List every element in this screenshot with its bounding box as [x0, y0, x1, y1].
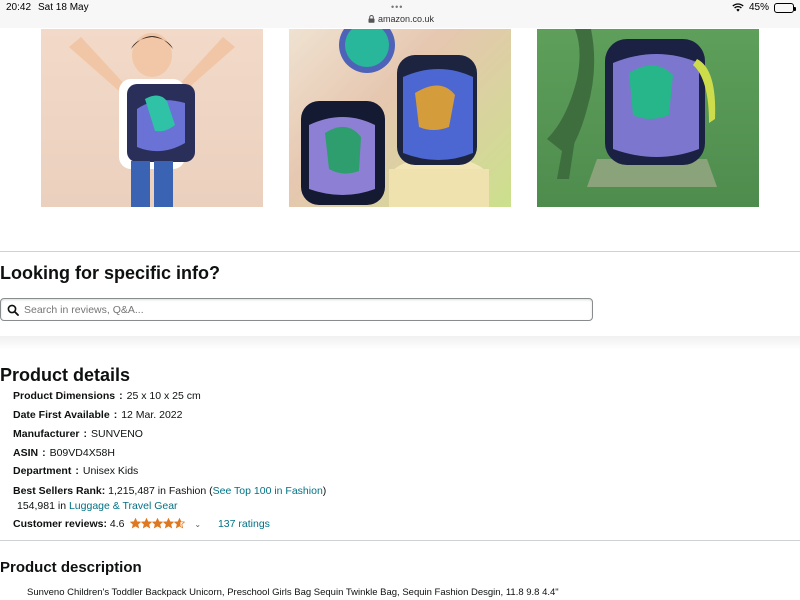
detail-row-department: Department: Unisex Kids [13, 465, 138, 477]
star-icon [141, 518, 153, 529]
status-date: Sat 18 May [38, 2, 89, 13]
search-icon [7, 304, 19, 316]
ratings-count-link[interactable]: 137 ratings [218, 518, 270, 530]
backpack-with-dinosaur-photo [547, 29, 717, 187]
backpacks-on-podium-photo [301, 29, 489, 207]
best-sellers-label: Best Sellers Rank: [13, 485, 106, 497]
detail-label: Manufacturer [13, 428, 80, 440]
detail-value: B09VD4X58H [49, 447, 115, 459]
best-sellers-rank-row: Best Sellers Rank: 1,215,487 in Fashion … [13, 485, 326, 497]
detail-row-dimensions: Product Dimensions:25 x 10 x 25 cm [13, 390, 201, 402]
customer-reviews-row: Customer reviews: 4.6 ⌄ 137 ratings [13, 518, 270, 530]
detail-row-asin: ASIN: B09VD4X58H [13, 447, 115, 459]
product-description-text: Sunveno Children's Toddler Backpack Unic… [27, 587, 559, 598]
info-section-title: Looking for specific info? [0, 263, 220, 283]
detail-separator: : [75, 465, 79, 477]
product-image-2[interactable] [289, 29, 511, 207]
section-divider [0, 540, 800, 541]
best-sellers-rank-row-2: 154,981 in Luggage & Travel Gear [17, 500, 178, 512]
battery-icon [774, 2, 796, 13]
status-right: 45% [732, 2, 796, 13]
detail-separator: : [83, 428, 88, 440]
top-100-fashion-link[interactable]: See Top 100 in Fashion [213, 485, 323, 497]
detail-row-date: Date First Available:12 Mar. 2022 [13, 409, 182, 421]
detail-label: ASIN [13, 447, 39, 459]
detail-value: Unisex Kids [82, 465, 139, 477]
detail-value: 12 Mar. 2022 [121, 409, 183, 421]
chevron-down-icon[interactable]: ⌄ [194, 520, 201, 529]
product-details-title: Product details [0, 365, 131, 385]
star-icon [163, 518, 175, 529]
star-icon [174, 518, 186, 529]
detail-label: Department [13, 465, 72, 477]
review-search-input[interactable] [24, 303, 592, 316]
detail-row-manufacturer: Manufacturer: SUNVENO [13, 428, 143, 440]
detail-separator: : [113, 409, 118, 421]
review-search-box[interactable] [0, 298, 593, 321]
rank-fashion-text: 1,215,487 in Fashion ( [108, 485, 213, 497]
detail-separator: : [119, 390, 123, 402]
wifi-icon [732, 3, 744, 12]
luggage-travel-gear-link[interactable]: Luggage & Travel Gear [69, 500, 178, 512]
lock-icon [368, 15, 375, 23]
customer-reviews-label: Customer reviews: [13, 518, 107, 530]
detail-separator: : [42, 447, 46, 459]
url-text: amazon.co.uk [378, 14, 435, 24]
detail-value: 25 x 10 x 25 cm [126, 390, 201, 402]
detail-value: SUNVENO [91, 428, 143, 440]
star-icon [130, 518, 142, 529]
address-bar[interactable]: amazon.co.uk [368, 14, 434, 24]
product-description-title: Product description [0, 559, 142, 576]
star-rating[interactable] [130, 518, 186, 529]
detail-label: Product Dimensions [13, 390, 116, 402]
star-icon [152, 518, 164, 529]
review-score: 4.6 [109, 518, 125, 530]
section-divider [0, 251, 800, 252]
status-bar: 20:42 Sat 18 May ••• amazon.co.uk 45% [0, 0, 800, 28]
status-time: 20:42 [6, 2, 32, 13]
product-image-3[interactable] [537, 29, 759, 207]
page: 20:42 Sat 18 May ••• amazon.co.uk 45% Lo… [0, 0, 800, 600]
rank-close-paren: ) [322, 485, 327, 497]
rank-luggage-text: 154,981 in [17, 500, 69, 512]
product-image-1[interactable] [41, 29, 263, 207]
battery-percent: 45% [748, 2, 769, 13]
detail-label: Date First Available [13, 409, 110, 421]
section-shadow [0, 336, 800, 350]
child-with-backpack-photo [69, 33, 235, 207]
more-dots-icon[interactable]: ••• [391, 2, 403, 12]
